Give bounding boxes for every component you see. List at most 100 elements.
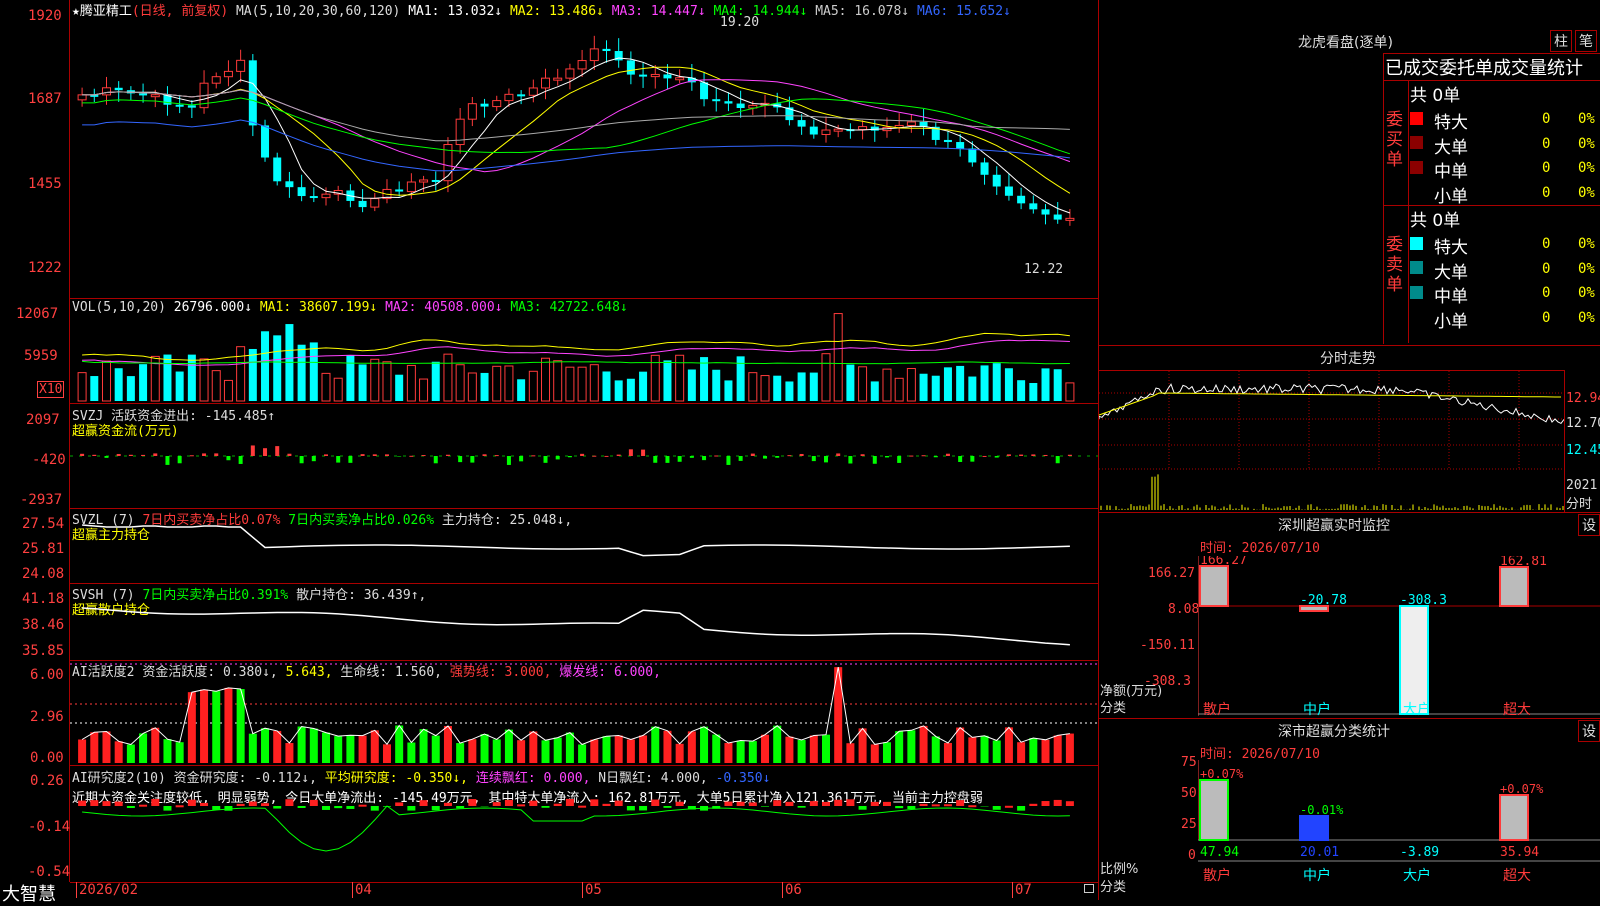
- research-bar: [724, 802, 732, 806]
- ai-research-chart[interactable]: [70, 766, 1098, 882]
- research-bar: [115, 802, 123, 806]
- svzj-bar: [519, 456, 523, 461]
- activity-bar: [273, 731, 281, 763]
- activity-bar: [639, 735, 647, 763]
- activity-bar: [968, 737, 976, 763]
- classify-bar: [1300, 816, 1328, 840]
- svzl-chart[interactable]: [70, 509, 1098, 583]
- svzj-chart[interactable]: [70, 404, 1098, 508]
- svsh-axis-2: 38.46: [22, 617, 64, 633]
- ai-activity-chart[interactable]: [70, 661, 1098, 765]
- row-pct: 0%: [1578, 261, 1595, 277]
- volume-bar: [676, 355, 684, 401]
- research-bar: [456, 806, 464, 808]
- svzj-bar: [885, 456, 889, 457]
- svzj-bar: [397, 456, 401, 457]
- svzj-bar: [544, 456, 548, 463]
- monitor-category-label: 超大: [1503, 702, 1531, 716]
- activity-bar: [907, 730, 915, 763]
- row-value: 0: [1542, 136, 1550, 152]
- volume-bar: [1005, 368, 1013, 401]
- research-line: [82, 806, 1070, 851]
- classify-chart[interactable]: +0.07%47.94散户-0.01%20.01中户-3.89大户+0.07%3…: [1198, 760, 1600, 900]
- monitor-chart[interactable]: 166.27散户-20.78中户-308.3大户162.81超大: [1198, 556, 1600, 716]
- candle-body: [529, 88, 537, 95]
- btn-bi[interactable]: 笔: [1575, 30, 1597, 52]
- intraday-chart[interactable]: [1099, 371, 1564, 512]
- activity-bar: [1005, 727, 1013, 763]
- candle-body: [676, 78, 684, 80]
- svzj-bar: [263, 448, 267, 456]
- svzj-bar: [348, 456, 352, 463]
- svzl-axis-3: 24.08: [22, 566, 64, 582]
- date-label-3: 05: [582, 882, 602, 898]
- longhu-heading: 已成交委托单成交量统计: [1385, 54, 1583, 80]
- btn-zhu[interactable]: 柱: [1550, 30, 1572, 52]
- activity-bar: [615, 735, 623, 763]
- svzj-bar: [824, 456, 828, 462]
- ai2-axis-2: -0.14: [28, 819, 70, 835]
- svzj-bar: [531, 455, 535, 456]
- activity-bar: [407, 743, 415, 763]
- vol-unit-button[interactable]: X10: [37, 381, 64, 398]
- longhu-divider-v: [1408, 80, 1409, 343]
- svzj-bar: [873, 456, 877, 464]
- ai1-axis-3: 0.00: [30, 750, 64, 766]
- candle-body: [737, 104, 745, 108]
- date-label-5: 07: [1012, 882, 1032, 898]
- volume-chart[interactable]: [70, 299, 1098, 403]
- svsh-chart[interactable]: [70, 584, 1098, 660]
- candlestick-chart[interactable]: [70, 0, 1098, 298]
- research-bar: [78, 801, 86, 806]
- research-bar: [468, 799, 476, 806]
- volume-bar: [298, 345, 306, 401]
- research-bar: [639, 806, 647, 810]
- volume-bar: [615, 380, 623, 401]
- volume-bar: [432, 362, 440, 401]
- svzj-bar: [897, 456, 901, 463]
- buy-total: 共 0单: [1410, 81, 1460, 106]
- activity-bar: [334, 736, 342, 763]
- research-bar: [871, 802, 879, 806]
- volume-bar: [273, 335, 281, 401]
- lock-icon[interactable]: [1084, 884, 1094, 893]
- svzj-bar: [604, 456, 608, 457]
- classify-settings-button[interactable]: 设: [1578, 720, 1600, 742]
- svzl-axis-1: 27.54: [22, 516, 64, 532]
- research-bar: [346, 806, 354, 809]
- svsh-axis-1: 41.18: [22, 591, 64, 607]
- research-bar: [920, 804, 928, 806]
- svsh-line: [82, 608, 1070, 645]
- activity-bar: [737, 741, 745, 763]
- candle-body: [273, 158, 281, 182]
- activity-bar: [285, 743, 293, 763]
- row-label: 大单: [1434, 258, 1468, 283]
- svzj-bar: [812, 456, 816, 461]
- ma-line-1: [82, 58, 1070, 213]
- volume-bar: [993, 363, 1001, 401]
- candle-body: [834, 129, 842, 131]
- svzj-bar: [190, 455, 194, 456]
- svzj-bar: [556, 456, 560, 459]
- svzj-bar: [239, 456, 243, 464]
- volume-bar: [822, 354, 830, 401]
- volume-bar: [493, 366, 501, 401]
- classify-top-label: +0.07%: [1500, 782, 1544, 796]
- volume-bar: [859, 367, 867, 401]
- candle-body: [1054, 215, 1062, 220]
- activity-bar: [163, 739, 171, 763]
- volume-bar: [578, 367, 586, 401]
- volume-bar: [907, 369, 915, 401]
- row-value: 0: [1542, 310, 1550, 326]
- research-bar: [554, 804, 562, 806]
- row-value: 0: [1542, 111, 1550, 127]
- monitor-settings-button[interactable]: 设: [1578, 514, 1600, 536]
- volume-bar: [395, 375, 403, 401]
- volume-bar: [383, 362, 391, 401]
- volume-bar: [968, 377, 976, 401]
- volume-bar: [700, 357, 708, 401]
- date-label-2: 04: [352, 882, 372, 898]
- volume-bar: [456, 365, 464, 401]
- research-bar: [993, 806, 1001, 810]
- svzj-bar: [641, 450, 645, 456]
